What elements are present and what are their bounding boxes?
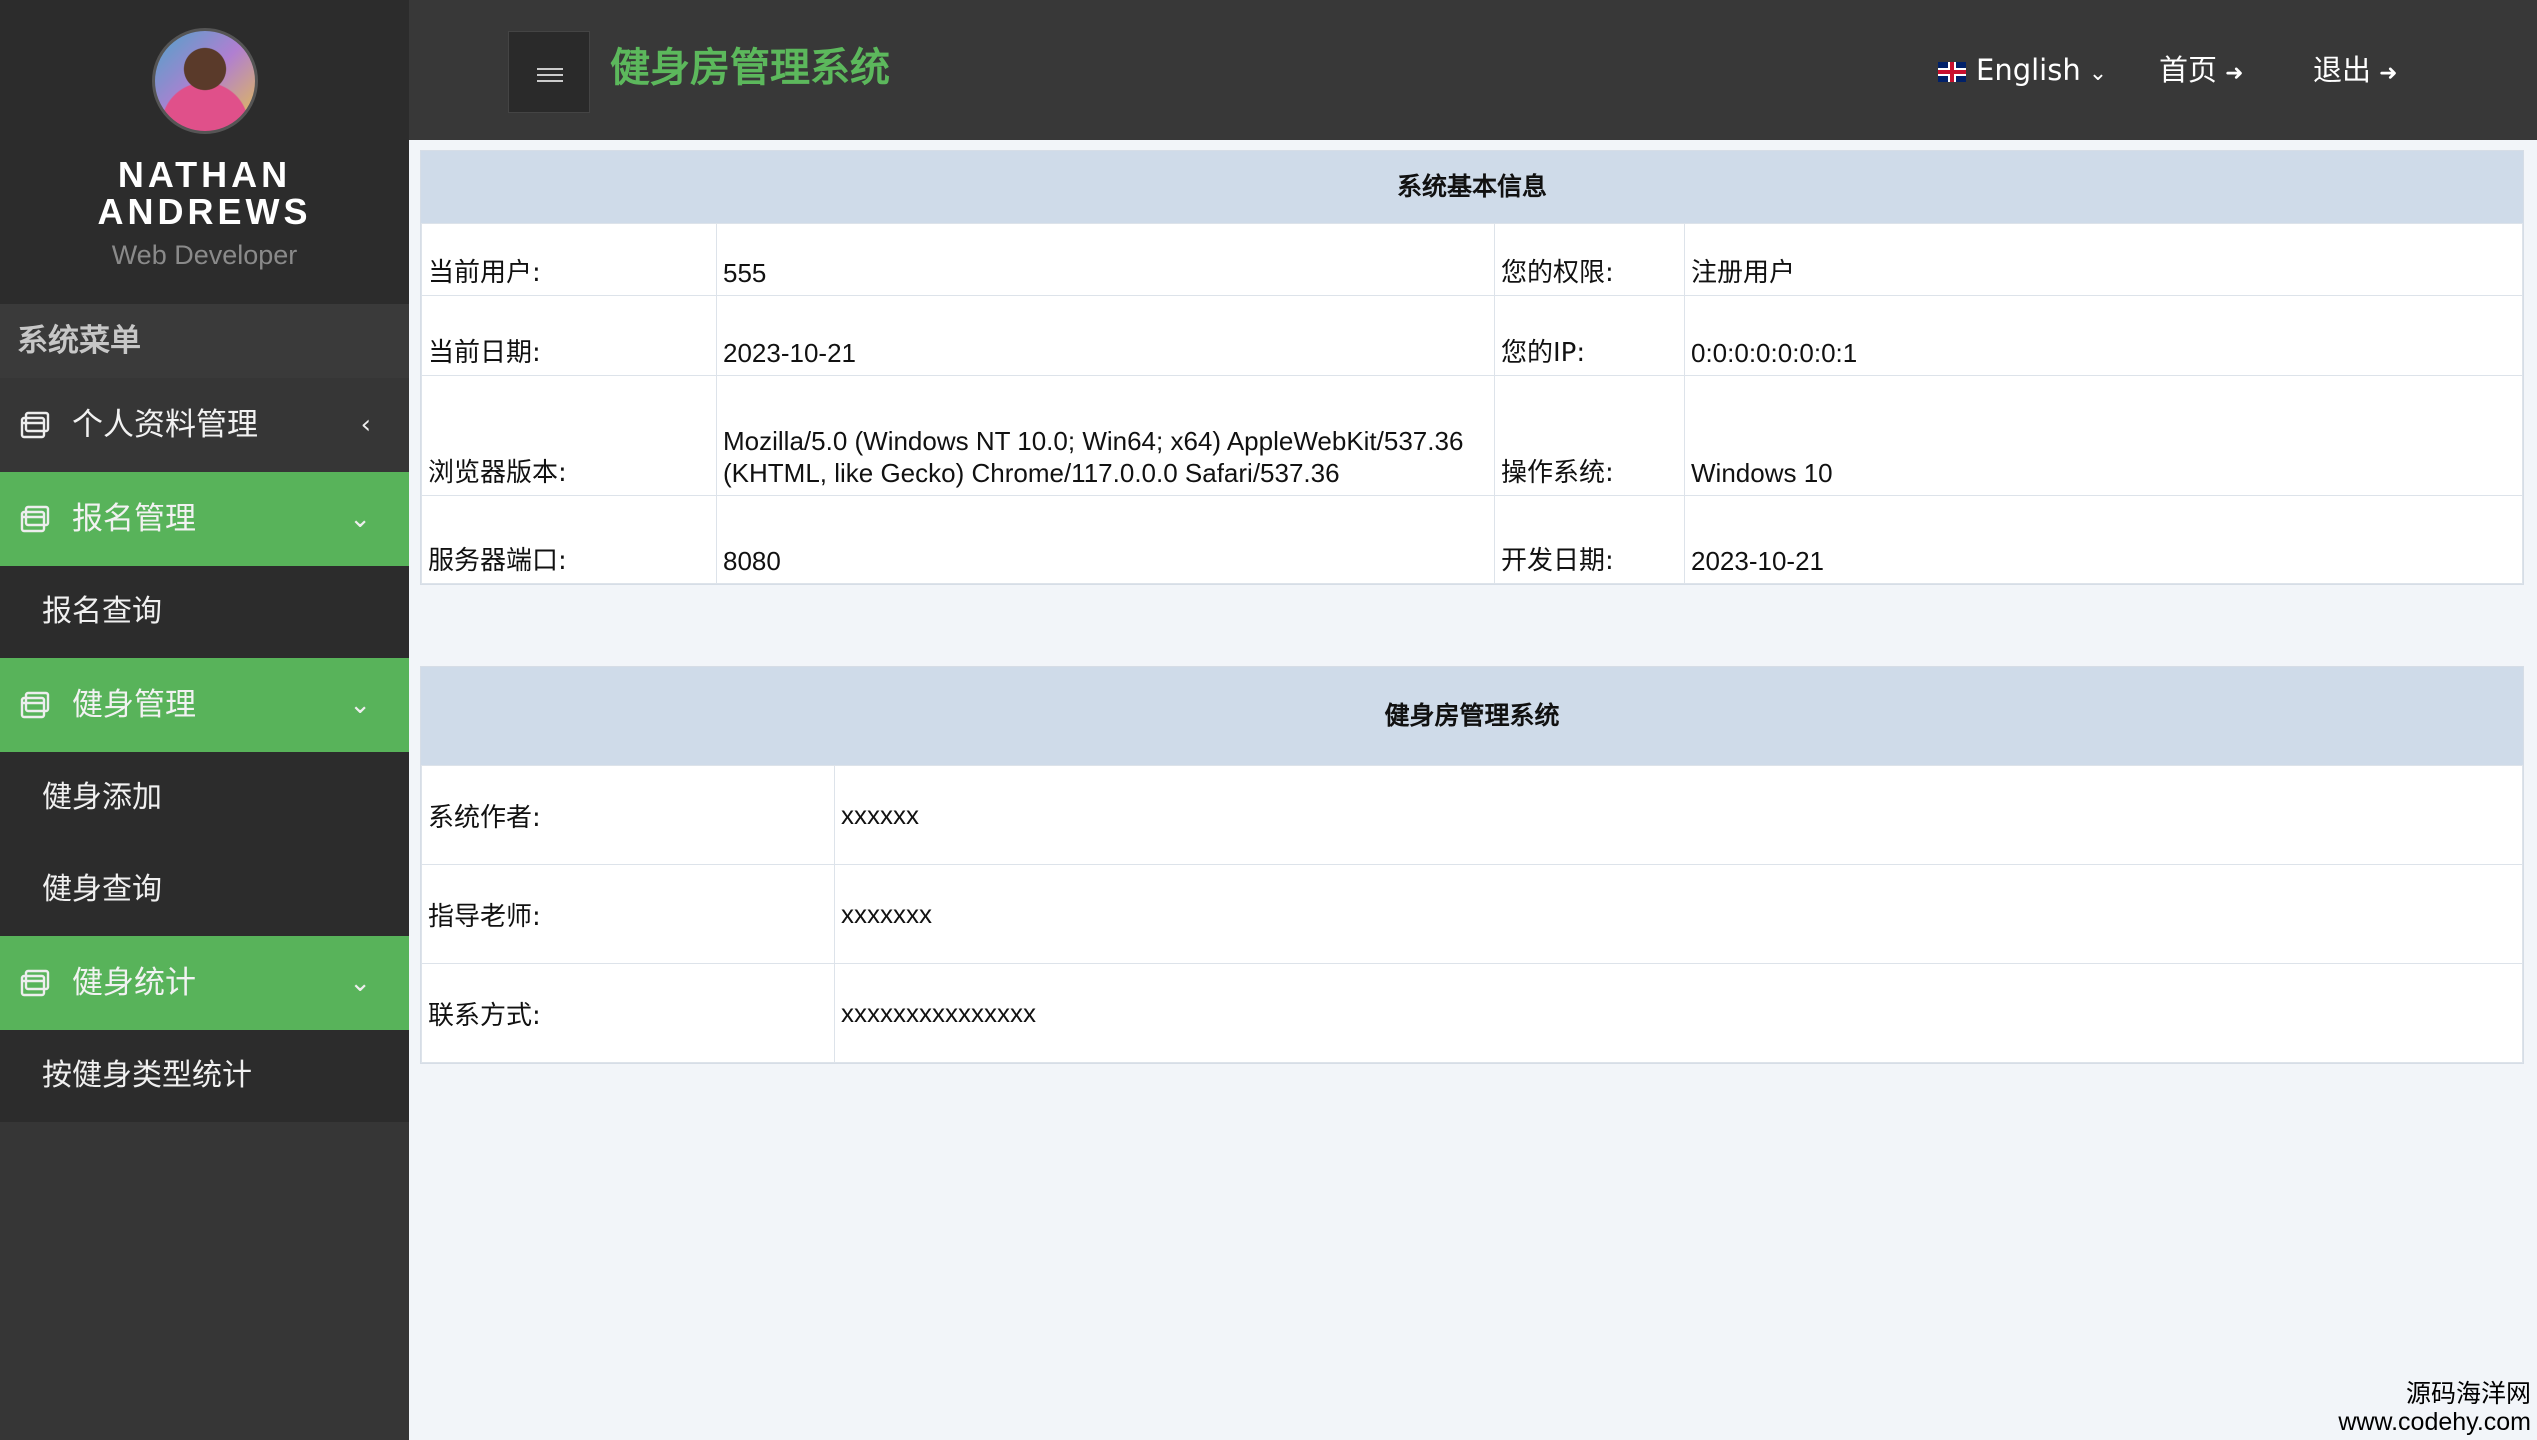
about-key: 系统作者:: [421, 765, 835, 865]
info-key: 当前日期:: [421, 295, 717, 376]
info-key: 开发日期:: [1494, 495, 1685, 584]
about-key: 指导老师:: [421, 864, 835, 964]
logout-link[interactable]: 退出 ➜: [2313, 50, 2397, 94]
about-table: 系统作者: xxxxxx 指导老师: xxxxxxx 联系方式: xxxxxxx…: [421, 765, 2523, 1063]
language-label: English: [1976, 53, 2081, 87]
window-icon: [20, 505, 50, 533]
profile-name-line1: NATHAN: [117, 154, 292, 195]
uk-flag-icon: [1938, 62, 1966, 82]
about-key: 联系方式:: [421, 963, 835, 1063]
browser-line1: Mozilla/5.0 (Windows NT 10.0; Win64; x64…: [723, 426, 1464, 456]
sidebar-subitem-fitness-query[interactable]: 健身查询: [0, 844, 409, 936]
menu-heading: 系统菜单: [0, 304, 409, 378]
sidebar: NATHAN ANDREWS Web Developer 系统菜单 个人资料管理…: [0, 0, 409, 1440]
sidebar-item-registration[interactable]: 报名管理 ⌄: [0, 472, 409, 566]
info-key: 浏览器版本:: [421, 375, 717, 496]
page-title: 健身房管理系统: [610, 45, 890, 91]
table-row: 当前日期: 2023-10-21 您的IP: 0:0:0:0:0:0:0:1: [421, 295, 2523, 376]
logout-label: 退出: [2313, 53, 2372, 87]
about-value: xxxxxxx: [834, 864, 2523, 964]
home-link[interactable]: 首页 ➜: [2159, 50, 2243, 94]
sidebar-item-label: 个人资料管理: [72, 407, 258, 443]
panel-title: 健身房管理系统: [421, 667, 2523, 765]
sidebar-subitem-stats-by-type[interactable]: 按健身类型统计: [0, 1030, 409, 1122]
panel-title: 系统基本信息: [421, 151, 2523, 223]
browser-line2: (KHTML, like Gecko) Chrome/117.0.0.0 Saf…: [723, 458, 1340, 488]
info-value: 0:0:0:0:0:0:0:1: [1684, 295, 2523, 376]
sign-out-icon: ➜: [2225, 61, 2244, 86]
avatar[interactable]: [151, 28, 258, 134]
sidebar-item-label: 健身管理: [72, 687, 196, 723]
table-row: 当前用户: 555 您的权限: 注册用户: [421, 223, 2523, 296]
profile-role: Web Developer: [111, 240, 298, 270]
chevron-down-icon: ⌄: [2088, 61, 2108, 86]
sign-out-icon: ➜: [2379, 61, 2398, 86]
profile-name-line2: ANDREWS: [97, 191, 312, 232]
window-icon: [20, 969, 50, 997]
watermark-line2: www.codehy.com: [2338, 1408, 2531, 1436]
profile-name: NATHAN ANDREWS: [0, 156, 409, 230]
info-key: 您的权限:: [1494, 223, 1685, 296]
app-root: NATHAN ANDREWS Web Developer 系统菜单 个人资料管理…: [0, 0, 2537, 1440]
table-row: 指导老师: xxxxxxx: [421, 864, 2523, 964]
profile-card: NATHAN ANDREWS Web Developer: [0, 0, 409, 304]
info-key: 您的IP:: [1494, 295, 1685, 376]
hamburger-line: [537, 68, 563, 70]
info-value: 2023-10-21: [716, 295, 1495, 376]
hamburger-line: [537, 80, 563, 82]
chevron-down-icon: ⌄: [349, 968, 371, 998]
info-value: 8080: [716, 495, 1495, 584]
window-icon: [20, 411, 50, 439]
language-dropdown[interactable]: English ⌄: [1938, 50, 2107, 94]
system-info-table: 当前用户: 555 您的权限: 注册用户 当前日期: 2023-10-21 您的…: [421, 223, 2523, 584]
table-row: 联系方式: xxxxxxxxxxxxxxx: [421, 963, 2523, 1063]
sidebar-item-profile[interactable]: 个人资料管理 ‹: [0, 378, 409, 472]
watermark-line1: 源码海洋网: [2405, 1379, 2531, 1408]
hamburger-line: [537, 74, 563, 76]
system-info-panel: 系统基本信息 当前用户: 555 您的权限: 注册用户 当前日期: 2023-1…: [420, 150, 2524, 585]
about-value: xxxxxx: [834, 765, 2523, 865]
chevron-down-icon: ⌄: [349, 504, 371, 534]
info-value: 555: [716, 223, 1495, 296]
watermark: 源码海洋网 www.codehy.com: [2338, 1379, 2531, 1437]
table-row: 服务器端口: 8080 开发日期: 2023-10-21: [421, 495, 2523, 584]
info-value: 注册用户: [1684, 223, 2523, 296]
sidebar-item-label: 健身统计: [72, 965, 196, 1001]
table-row: 系统作者: xxxxxx: [421, 765, 2523, 865]
about-value: xxxxxxxxxxxxxxx: [834, 963, 2523, 1063]
top-header: 健身房管理系统 English ⌄ 首页 ➜ 退出 ➜: [409, 0, 2537, 140]
home-label: 首页: [2159, 53, 2218, 87]
sidebar-subitem-fitness-add[interactable]: 健身添加: [0, 752, 409, 844]
table-row: 浏览器版本: Mozilla/5.0 (Windows NT 10.0; Win…: [421, 375, 2523, 496]
sidebar-subitem-registration-query[interactable]: 报名查询: [0, 566, 409, 658]
sidebar-item-label: 报名管理: [72, 501, 196, 537]
about-panel: 健身房管理系统 系统作者: xxxxxx 指导老师: xxxxxxx 联系方式:…: [420, 666, 2524, 1064]
info-key: 服务器端口:: [421, 495, 717, 584]
chevron-down-icon: ⌄: [349, 690, 371, 720]
sidebar-item-fitness[interactable]: 健身管理 ⌄: [0, 658, 409, 752]
info-value: 2023-10-21: [1684, 495, 2523, 584]
window-icon: [20, 691, 50, 719]
info-key: 操作系统:: [1494, 375, 1685, 496]
sidebar-item-statistics[interactable]: 健身统计 ⌄: [0, 936, 409, 1030]
info-value-browser: Mozilla/5.0 (Windows NT 10.0; Win64; x64…: [716, 375, 1495, 496]
info-key: 当前用户:: [421, 223, 717, 296]
info-value: Windows 10: [1684, 375, 2523, 496]
menu-toggle-button[interactable]: [508, 31, 590, 113]
chevron-left-icon: ‹: [360, 410, 371, 440]
